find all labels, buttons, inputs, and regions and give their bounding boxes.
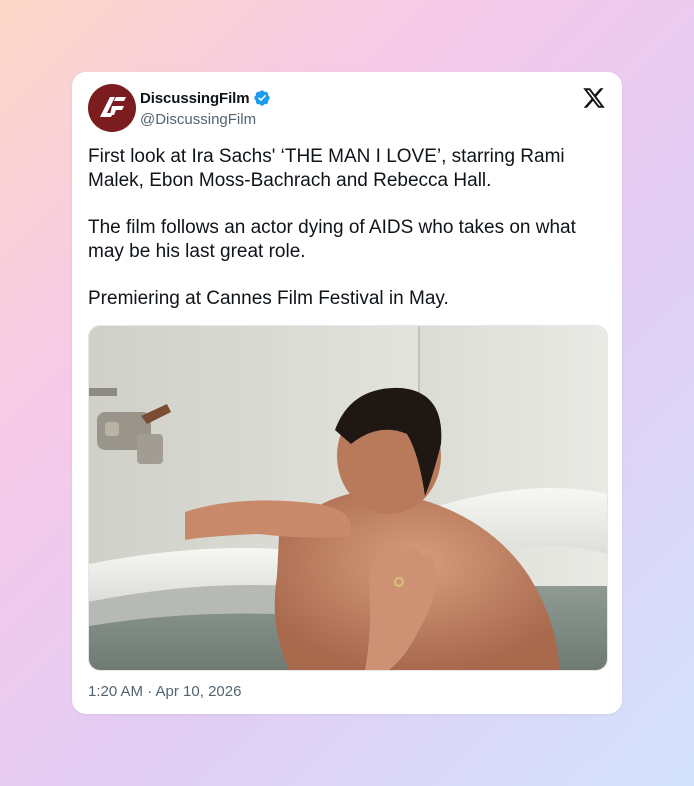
tweet-media-image[interactable] bbox=[88, 325, 608, 671]
tweet-paragraph: Premiering at Cannes Film Festival in Ma… bbox=[88, 288, 449, 309]
display-name[interactable]: DiscussingFilm bbox=[140, 90, 250, 107]
author-name-row: DiscussingFilm bbox=[140, 89, 271, 107]
verified-badge-icon bbox=[253, 89, 271, 107]
tweet-card: DiscussingFilm @DiscussingFilm First loo… bbox=[72, 72, 622, 714]
bathtub-photo bbox=[89, 326, 607, 670]
tweet-paragraph: First look at Ira Sachs' ‘THE MAN I LOVE… bbox=[88, 146, 565, 191]
avatar[interactable] bbox=[88, 84, 136, 132]
x-logo-icon[interactable] bbox=[582, 86, 606, 110]
tweet-paragraph: The film follows an actor dying of AIDS … bbox=[88, 217, 576, 262]
author-handle[interactable]: @DiscussingFilm bbox=[140, 111, 256, 128]
discussingfilm-logo bbox=[89, 85, 135, 131]
tweet-timestamp[interactable]: 1:20 AM · Apr 10, 2026 bbox=[88, 683, 241, 700]
tweet-text: First look at Ira Sachs' ‘THE MAN I LOVE… bbox=[88, 145, 608, 334]
